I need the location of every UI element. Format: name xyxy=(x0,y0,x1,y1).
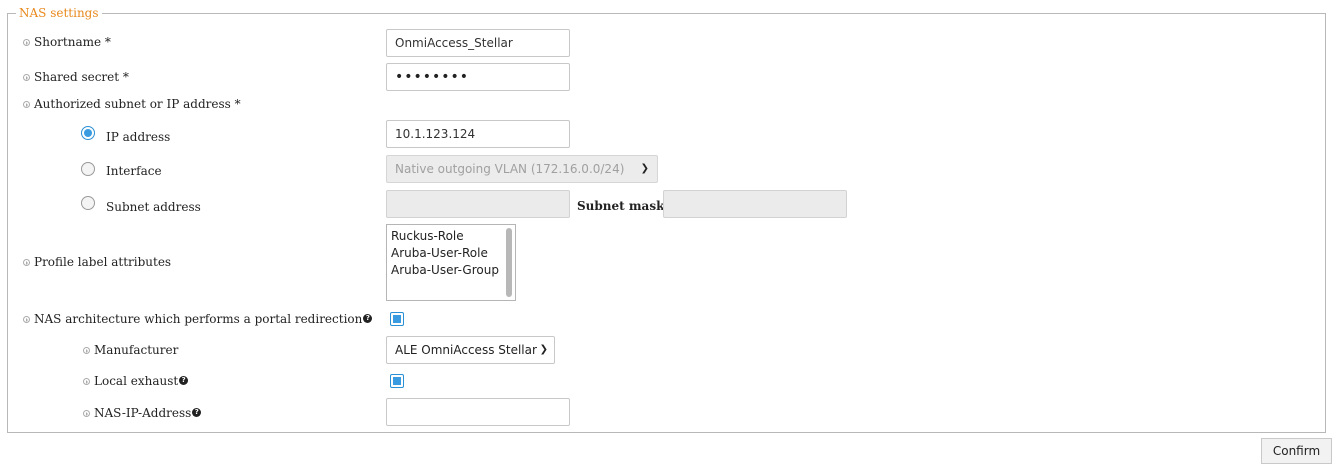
manufacturer-label-text: Manufacturer xyxy=(94,343,179,357)
local-exhaust-label-text: Local exhaust xyxy=(94,374,179,388)
shared-secret-label-text: Shared secret * xyxy=(34,70,129,84)
profile-label-attributes-label-text: Profile label attributes xyxy=(34,255,172,269)
nas-architecture-label-text: NAS architecture which performs a portal… xyxy=(34,312,363,326)
subnet-address-radio[interactable] xyxy=(81,196,95,210)
ip-address-input[interactable]: 10.1.123.124 xyxy=(386,120,570,148)
circle-arrow-right-icon xyxy=(83,347,90,354)
circle-arrow-right-icon xyxy=(83,410,90,417)
interface-label: Interface xyxy=(106,164,162,178)
manufacturer-select[interactable]: ALE OmniAccess Stellar ❯ xyxy=(386,336,555,364)
subnet-address-label: Subnet address xyxy=(106,200,201,214)
authorized-subnet-label: Authorized subnet or IP address * xyxy=(23,97,241,111)
circle-arrow-right-icon xyxy=(83,378,90,385)
nas-ip-address-input[interactable] xyxy=(386,398,570,426)
question-circle-icon[interactable]: ? xyxy=(192,408,202,417)
profile-attributes-listbox[interactable]: Ruckus-Role Aruba-User-Role Aruba-User-G… xyxy=(386,224,516,301)
nas-architecture-checkbox[interactable] xyxy=(390,312,404,326)
confirm-button[interactable]: Confirm xyxy=(1261,438,1332,464)
circle-arrow-right-icon xyxy=(23,101,30,108)
fieldset-legend: NAS settings xyxy=(19,6,99,20)
subnet-mask-input[interactable] xyxy=(663,190,847,218)
circle-arrow-right-icon xyxy=(23,259,30,266)
chevron-down-icon: ❯ xyxy=(539,344,548,355)
nas-ip-address-label-text: NAS-IP-Address xyxy=(94,406,192,420)
manufacturer-label: Manufacturer xyxy=(83,343,178,357)
circle-arrow-right-icon xyxy=(23,74,30,81)
nas-architecture-label: NAS architecture which performs a portal… xyxy=(23,312,373,326)
interface-radio[interactable] xyxy=(81,162,95,176)
listbox-scrollbar[interactable] xyxy=(506,228,512,297)
list-item[interactable]: Aruba-User-Role xyxy=(391,245,511,262)
interface-select-value: Native outgoing VLAN (172.16.0.0/24) xyxy=(395,162,625,176)
subnet-address-input[interactable] xyxy=(386,190,570,218)
shared-secret-input[interactable]: •••••••• xyxy=(386,63,570,91)
chevron-down-icon: ❯ xyxy=(640,163,649,174)
shortname-input[interactable]: OnmiAccess_Stellar xyxy=(386,29,570,57)
ip-address-label: IP address xyxy=(106,130,171,144)
manufacturer-select-value: ALE OmniAccess Stellar xyxy=(395,343,537,357)
question-circle-icon[interactable]: ? xyxy=(179,376,189,385)
list-item[interactable]: Ruckus-Role xyxy=(391,228,511,245)
profile-label-attributes-label: Profile label attributes xyxy=(23,255,171,269)
local-exhaust-label: Local exhaust? xyxy=(83,374,189,388)
shortname-label: Shortname * xyxy=(23,35,111,49)
interface-select[interactable]: Native outgoing VLAN (172.16.0.0/24) ❯ xyxy=(386,155,658,183)
ip-address-radio[interactable] xyxy=(81,126,95,140)
shortname-label-text: Shortname * xyxy=(34,35,111,49)
circle-arrow-right-icon xyxy=(23,316,30,323)
subnet-mask-label: Subnet mask xyxy=(577,199,665,213)
authorized-subnet-label-text: Authorized subnet or IP address * xyxy=(34,97,241,111)
shared-secret-label: Shared secret * xyxy=(23,70,129,84)
nas-ip-address-label: NAS-IP-Address? xyxy=(83,406,202,420)
circle-arrow-right-icon xyxy=(23,39,30,46)
list-item[interactable]: Aruba-User-Group xyxy=(391,262,511,279)
local-exhaust-checkbox[interactable] xyxy=(390,374,404,388)
nas-settings-fieldset: NAS settings xyxy=(7,6,1326,433)
question-circle-icon[interactable]: ? xyxy=(363,314,373,323)
